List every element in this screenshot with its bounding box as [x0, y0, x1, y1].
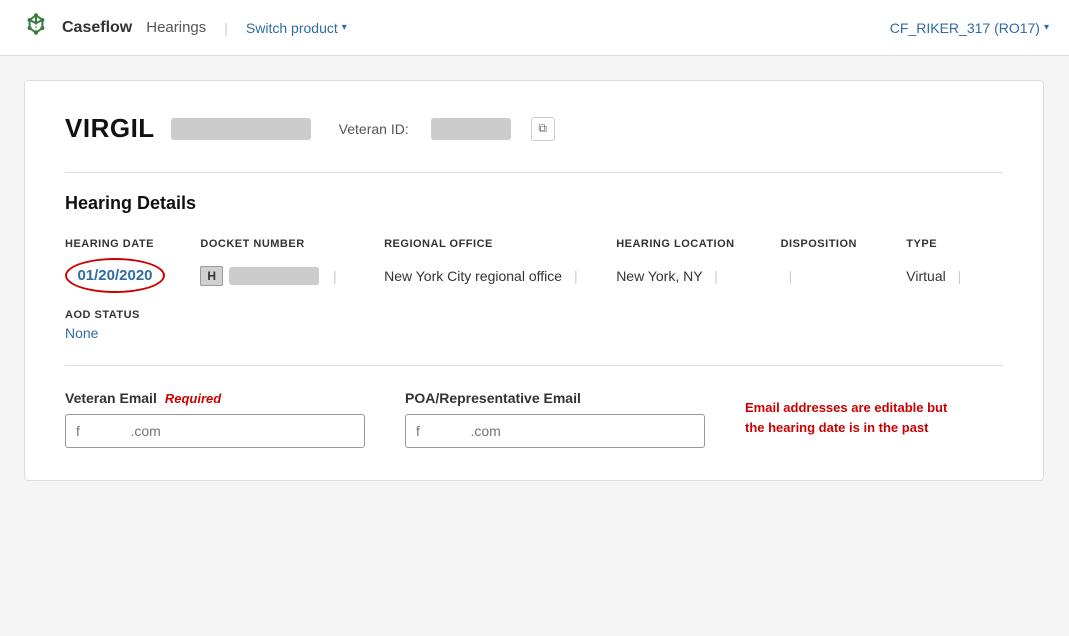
aod-status-value: None — [65, 325, 1003, 341]
col-header-hearing-date: HEARING DATE — [65, 234, 200, 250]
pipe-4: | — [789, 268, 793, 284]
email-section: Veteran Email Required POA/Representativ… — [65, 390, 1003, 448]
main-container: VIRGIL Veteran ID: ⧉ Hearing Details HEA… — [0, 56, 1069, 505]
caseflow-logo — [20, 12, 52, 44]
veteran-name-redacted — [171, 118, 311, 140]
email-warning-message: Email addresses are editable but the hea… — [745, 398, 965, 437]
content-card: VIRGIL Veteran ID: ⧉ Hearing Details HEA… — [24, 80, 1044, 481]
pipe-1: | — [333, 268, 337, 284]
regional-office-cell: New York City regional office | — [384, 268, 616, 284]
hearing-date-cell: 01/20/2020 — [65, 258, 200, 293]
col-header-type: TYPE — [906, 234, 1003, 250]
type-cell: Virtual | — [906, 268, 1003, 284]
col-header-docket: DOCKET NUMBER — [200, 234, 384, 250]
type-value: Virtual — [906, 268, 945, 284]
veteran-name: VIRGIL — [65, 113, 155, 144]
email-divider — [65, 365, 1003, 366]
poa-email-group: POA/Representative Email — [405, 390, 705, 448]
disposition-cell: | — [781, 268, 907, 284]
veteran-email-group: Veteran Email Required — [65, 390, 365, 448]
user-menu-chevron: ▾ — [1044, 22, 1049, 33]
poa-email-label-row: POA/Representative Email — [405, 390, 705, 406]
veteran-divider — [65, 172, 1003, 173]
docket-number-redacted — [229, 267, 319, 285]
col-header-disposition: DISPOSITION — [781, 234, 907, 250]
pipe-2: | — [574, 268, 578, 284]
hearing-location-cell: New York, NY | — [616, 268, 780, 284]
hearing-table-header: HEARING DATE DOCKET NUMBER REGIONAL OFFI… — [65, 234, 1003, 250]
pipe-5: | — [958, 268, 962, 284]
docket-type-badge: H — [200, 266, 223, 286]
hearing-details-section: Hearing Details HEARING DATE DOCKET NUMB… — [65, 193, 1003, 341]
aod-section: AOD STATUS None — [65, 309, 1003, 341]
veteran-email-label-row: Veteran Email Required — [65, 390, 365, 406]
user-menu[interactable]: CF_RIKER_317 (RO17) ▾ — [890, 20, 1049, 36]
veteran-id-redacted — [431, 118, 511, 140]
veteran-header: VIRGIL Veteran ID: ⧉ — [65, 113, 1003, 144]
brand-product: Hearings — [146, 19, 206, 36]
col-header-regional: REGIONAL OFFICE — [384, 234, 616, 250]
navbar-left: Caseflow Hearings | Switch product ▾ — [20, 12, 347, 44]
nav-divider: | — [224, 20, 228, 36]
switch-product-link[interactable]: Switch product ▾ — [246, 20, 347, 36]
navbar: Caseflow Hearings | Switch product ▾ CF_… — [0, 0, 1069, 56]
switch-product-label: Switch product — [246, 20, 338, 36]
regional-office-value: New York City regional office — [384, 268, 562, 284]
hearing-details-title: Hearing Details — [65, 193, 1003, 214]
user-label: CF_RIKER_317 (RO17) — [890, 20, 1040, 36]
veteran-email-input[interactable] — [65, 414, 365, 448]
hearing-location-value: New York, NY — [616, 268, 702, 284]
hearing-date-value: 01/20/2020 — [65, 258, 165, 293]
switch-product-chevron: ▾ — [342, 22, 347, 33]
required-badge: Required — [165, 391, 221, 406]
col-header-location: HEARING LOCATION — [616, 234, 780, 250]
poa-email-input[interactable] — [405, 414, 705, 448]
hearing-table-row: 01/20/2020 H | New York City regional of… — [65, 258, 1003, 293]
poa-email-label: POA/Representative Email — [405, 390, 581, 406]
veteran-id-label: Veteran ID: — [339, 121, 409, 137]
docket-number-cell: H | — [200, 266, 384, 286]
copy-id-button[interactable]: ⧉ — [531, 117, 555, 141]
pipe-3: | — [714, 268, 718, 284]
brand-name: Caseflow — [62, 19, 132, 37]
aod-status-label: AOD STATUS — [65, 309, 1003, 321]
veteran-email-label: Veteran Email — [65, 390, 157, 406]
